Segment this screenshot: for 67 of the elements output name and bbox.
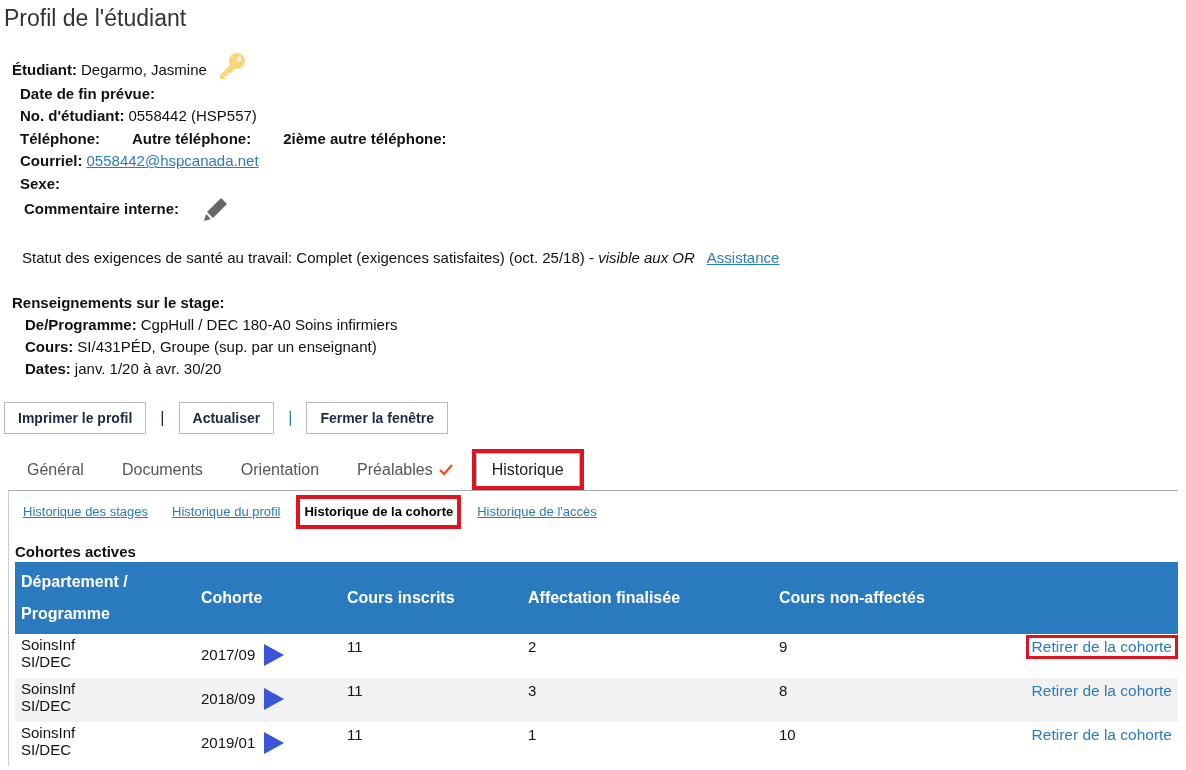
table-cell: 2: [528, 637, 537, 655]
play-icon[interactable]: [263, 642, 286, 667]
field-label: Courriel:: [20, 152, 83, 170]
tab[interactable]: Documents: [106, 453, 218, 486]
field-label: Dates:: [25, 358, 71, 379]
assistance-link[interactable]: Assistance: [706, 248, 780, 266]
page-title: Profil de l'étudiant: [4, 5, 188, 32]
separator: |: [288, 408, 293, 427]
table-cell: 2017/09: [201, 646, 256, 663]
subtab-link[interactable]: Historique de la cohorte: [304, 503, 454, 519]
table-cell: 11: [347, 637, 363, 655]
column-header: Cours inscrits: [346, 587, 456, 608]
table-cell-text: SI/DEC: [21, 696, 72, 714]
health-status-text: Statut des exigences de santé au travail: Complet (exigences satisfaites) (oct. 25/18) - visible aux OR: [22, 248, 695, 266]
toolbar-button[interactable]: Imprimer le profil: [4, 401, 147, 434]
column-header: Cohorte: [200, 587, 264, 608]
field-value: SI/431PÉD, Groupe (sup. par un enseignant): [77, 336, 377, 357]
field-label: 2ième autre téléphone:: [283, 129, 447, 147]
table-cell: 10: [779, 725, 796, 743]
table-cell-text: SoinsInf: [21, 679, 77, 697]
table-cell: 9: [779, 637, 788, 655]
field-value: Degarmo, Jasmine: [81, 60, 207, 78]
table-cell: 1: [528, 725, 537, 743]
subtab-link[interactable]: Historique du profil: [172, 503, 281, 519]
table-cell: 2018/09: [201, 690, 256, 707]
table-cell-text: SoinsInf: [21, 635, 77, 653]
column-header: Département / Programme: [20, 571, 129, 624]
subtab-link[interactable]: Historique des stages: [23, 503, 148, 519]
field-value: CgpHull / DEC 180-A0 Soins infirmiers: [140, 314, 398, 335]
play-icon[interactable]: [263, 686, 286, 711]
toolbar-button[interactable]: Fermer la fenêtre: [306, 401, 448, 434]
remove-link[interactable]: Retirer de la cohorte: [1031, 681, 1172, 699]
field-label: Sexe:: [20, 174, 61, 192]
section-title: Renseignements sur le stage:: [12, 292, 226, 313]
column-header: Affectation finalisée: [527, 587, 682, 608]
field-label: De/Programme:: [25, 314, 137, 335]
field-label: Étudiant:: [12, 60, 77, 78]
field-label: Cours:: [25, 336, 74, 357]
table-cell: 11: [347, 725, 363, 743]
tab[interactable]: Général: [12, 453, 99, 486]
table-cell: 11: [347, 681, 363, 699]
table-cell: 2019/01: [201, 734, 256, 751]
email-link[interactable]: 0558442@hspcanada.net: [86, 152, 259, 170]
tab[interactable]: Orientation: [225, 453, 335, 486]
tab[interactable]: Préalables: [342, 453, 468, 486]
remove-link[interactable]: Retirer de la cohorte: [1031, 637, 1172, 655]
table-cell-text: SI/DEC: [21, 740, 72, 758]
remove-link[interactable]: Retirer de la cohorte: [1031, 725, 1172, 743]
toolbar-button[interactable]: Actualiser: [178, 401, 275, 434]
field-value: janv. 1/20 à avr. 30/20: [74, 358, 222, 379]
field-label: Commentaire interne:: [24, 200, 180, 217]
field-label: No. d'étudiant:: [20, 107, 125, 125]
table-cell-text: SoinsInf: [21, 723, 77, 741]
field-label: Autre téléphone:: [132, 129, 252, 147]
play-icon[interactable]: [263, 730, 286, 755]
table-cell-text: SI/DEC: [21, 652, 72, 670]
column-header: Cours non-affectés: [778, 587, 926, 608]
field-value: 0558442 (HSP557): [128, 107, 257, 125]
table-cell: 3: [528, 681, 537, 699]
table-title: Cohortes actives: [15, 542, 137, 560]
pencil-icon[interactable]: [203, 195, 230, 222]
field-label: Téléphone:: [20, 129, 100, 147]
field-label: Date de fin prévue:: [20, 84, 156, 102]
separator: |: [160, 408, 165, 427]
subtab-link[interactable]: Historique de l'accès: [477, 503, 597, 519]
tab[interactable]: Historique: [475, 452, 580, 486]
table-cell: 8: [779, 681, 788, 699]
